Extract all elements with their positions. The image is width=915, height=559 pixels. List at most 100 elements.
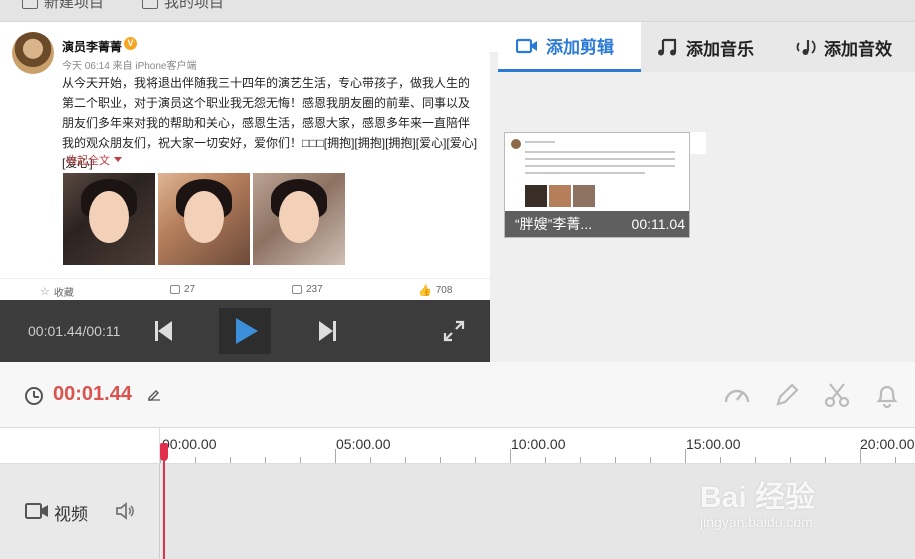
ruler-tick — [895, 457, 896, 463]
notification-button[interactable] — [872, 380, 902, 410]
play-icon — [236, 318, 258, 344]
video-preview: 演员李菁菁 V 今天 06:14 来自 iPhone客户端 从今天开始，我将退出… — [0, 22, 490, 300]
next-frame-button[interactable] — [318, 321, 336, 341]
ruler-tick — [755, 457, 756, 463]
previous-frame-button[interactable] — [155, 321, 173, 341]
preview-overflow — [330, 22, 498, 52]
ruler-label: 20:00.00 — [860, 436, 915, 452]
star-icon: ☆ — [40, 286, 50, 298]
post-photo — [158, 173, 250, 265]
bell-icon — [876, 385, 898, 409]
repost-action: 27 — [170, 284, 195, 295]
watermark-text: Bai 经验 — [700, 481, 816, 514]
ruler-label: 00:00.00 — [162, 436, 217, 452]
library-clip[interactable]: “胖嫂”李菁... 00:11.04 — [504, 132, 690, 238]
ruler-tick — [195, 457, 196, 463]
top-toolbar: 新建项目 我的项目 — [0, 0, 915, 22]
playhead[interactable] — [160, 443, 168, 559]
clip-title: “胖嫂”李菁... — [515, 216, 592, 232]
cut-button[interactable] — [822, 380, 852, 410]
pencil-icon — [776, 383, 799, 406]
plus-square-icon — [22, 0, 38, 9]
playhead-handle[interactable] — [160, 443, 168, 461]
verified-badge-icon: V — [124, 37, 137, 50]
tab-add-music-label: 添加音乐 — [686, 39, 754, 59]
clip-library: “胖嫂”李菁... 00:11.04 — [498, 72, 915, 360]
tab-add-music[interactable]: 添加音乐 — [656, 22, 754, 72]
asset-tabs: 添加剪辑 添加音乐 添加音效 — [498, 22, 915, 72]
post-photo — [63, 173, 155, 265]
timeline-toolbar: 00:01.44 — [0, 362, 915, 428]
watermark: Bai 经验 jingyan.baidu.com — [700, 472, 816, 530]
comment-action: 237 — [292, 284, 323, 295]
playhead-line — [163, 461, 165, 559]
comment-icon — [292, 285, 302, 294]
ruler-tick — [720, 457, 721, 463]
fullscreen-icon — [443, 320, 465, 342]
repost-count: 27 — [184, 284, 196, 295]
sound-effect-icon — [796, 40, 816, 55]
tab-add-sound-effect[interactable]: 添加音效 — [794, 22, 892, 72]
ruler-label: 05:00.00 — [336, 436, 391, 452]
skip-back-icon — [158, 321, 172, 341]
ruler-tick — [230, 457, 231, 463]
collapse-link: 收起全文 — [66, 152, 122, 168]
track-name: 视频 — [54, 505, 88, 524]
speed-button[interactable] — [722, 380, 752, 410]
play-button[interactable] — [219, 308, 271, 354]
ruler-tick — [510, 449, 511, 463]
ruler-tick — [545, 457, 546, 463]
ruler-tick — [335, 449, 336, 463]
ruler-tick — [265, 457, 266, 463]
clip-duration: 00:11.04 — [631, 216, 685, 232]
ruler-tick — [825, 457, 826, 463]
video-camera-icon — [25, 503, 48, 519]
edit-time-icon[interactable] — [147, 387, 161, 401]
ruler-tick — [300, 457, 301, 463]
ruler-label: 15:00.00 — [686, 436, 741, 452]
divider — [0, 278, 490, 279]
player-controls: 00:01.44/00:11 — [0, 300, 490, 362]
post-author: 演员李菁菁 — [62, 40, 123, 54]
ruler-tick — [790, 457, 791, 463]
like-action: 👍 708 — [418, 284, 452, 297]
fullscreen-button[interactable] — [443, 320, 465, 342]
clip-caption: “胖嫂”李菁... 00:11.04 — [505, 211, 689, 237]
my-projects-button[interactable]: 我的项目 — [142, 0, 224, 11]
edit-button[interactable] — [772, 380, 802, 410]
video-camera-icon — [516, 38, 537, 53]
folder-icon — [142, 0, 158, 9]
author-avatar — [12, 32, 54, 74]
video-track-header: 视频 — [0, 464, 160, 559]
current-time: 00:01.44 — [53, 383, 132, 405]
my-projects-label: 我的项目 — [164, 0, 225, 11]
ruler-tick — [650, 457, 651, 463]
post-meta: 今天 06:14 来自 iPhone客户端 — [62, 61, 197, 72]
new-project-button[interactable]: 新建项目 — [22, 0, 104, 11]
ruler-tick — [615, 457, 616, 463]
ruler-tick — [860, 449, 861, 463]
post-text: 从今天开始，我将退出伴随我三十四年的演艺生活，专心带孩子，做我人生的第二个职业，… — [62, 76, 478, 170]
like-count: 708 — [435, 285, 453, 296]
ruler-tick — [580, 457, 581, 463]
speaker-icon[interactable] — [115, 502, 137, 520]
tab-add-clip-label: 添加剪辑 — [546, 38, 614, 57]
tab-add-clip[interactable]: 添加剪辑 — [498, 22, 641, 72]
post-photo — [253, 173, 345, 265]
favorite-label: 收藏 — [53, 288, 74, 299]
ruler-label: 10:00.00 — [511, 436, 566, 452]
favorite-action: ☆ 收藏 — [40, 284, 74, 299]
repost-icon — [170, 285, 180, 294]
ruler-tick — [685, 449, 686, 463]
music-note-icon — [658, 38, 677, 56]
time-ruler[interactable]: 00:00.00 05:00.00 10:00.00 15:00.00 20:0… — [160, 428, 915, 464]
comment-count: 237 — [306, 284, 323, 295]
watermark-url: jingyan.baidu.com — [700, 514, 813, 530]
new-project-label: 新建项目 — [44, 0, 105, 11]
thumbs-up-icon: 👍 — [418, 285, 432, 297]
skip-forward-icon — [319, 321, 333, 341]
scissors-icon — [824, 383, 850, 408]
clock-icon — [25, 387, 43, 405]
speedometer-icon — [724, 389, 750, 403]
ruler-tick — [475, 457, 476, 463]
